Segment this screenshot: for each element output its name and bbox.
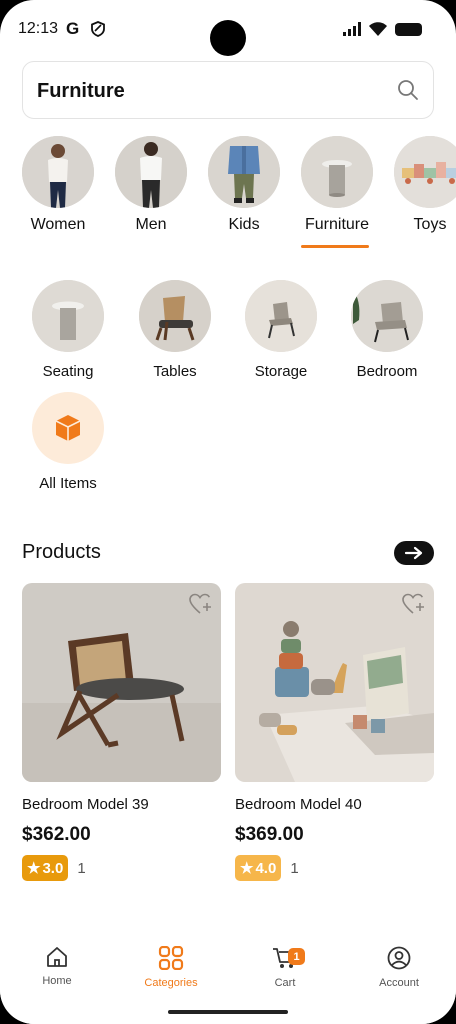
subcategory-image-bedroom bbox=[351, 280, 423, 352]
subcategory-label: Storage bbox=[254, 363, 308, 380]
product-name: Bedroom Model 39 bbox=[22, 796, 149, 813]
review-count: 1 bbox=[77, 859, 86, 877]
product-card[interactable]: Bedroom Model 39 $362.00 ★ 3.0 1 bbox=[22, 583, 221, 881]
category-label: Toys bbox=[413, 216, 447, 233]
product-name: Bedroom Model 40 bbox=[235, 796, 362, 813]
subcategory-bedroom[interactable]: Bedroom bbox=[341, 280, 433, 380]
rating-row: ★ 3.0 1 bbox=[22, 855, 221, 881]
category-men[interactable]: Men bbox=[111, 136, 191, 234]
nav-categories[interactable]: Categories bbox=[126, 945, 216, 989]
nav-cart[interactable]: 1 Cart bbox=[240, 946, 330, 989]
g-icon: G bbox=[66, 19, 80, 38]
category-label: Furniture bbox=[304, 216, 370, 233]
category-label: Kids bbox=[228, 216, 260, 233]
search-icon[interactable] bbox=[397, 79, 419, 101]
cart-badge: 1 bbox=[288, 948, 305, 965]
category-image-men bbox=[115, 136, 187, 208]
subcategory-image-all-items bbox=[32, 392, 104, 464]
search-box[interactable]: Furniture bbox=[22, 61, 434, 119]
signal-icon bbox=[343, 22, 361, 36]
subcategory-all-items[interactable]: All Items bbox=[22, 392, 114, 492]
subcategory-tables[interactable]: Tables bbox=[129, 280, 221, 380]
battery-icon bbox=[395, 23, 422, 36]
category-toys[interactable]: Toys bbox=[390, 136, 456, 234]
home-indicator[interactable] bbox=[168, 1010, 288, 1014]
rating-value: 4.0 bbox=[255, 859, 277, 877]
nav-account[interactable]: Account bbox=[354, 946, 444, 989]
product-price: $369.00 bbox=[235, 824, 304, 845]
product-card[interactable]: Bedroom Model 40 $369.00 ★ 4.0 1 bbox=[235, 583, 434, 881]
review-count: 1 bbox=[290, 859, 299, 877]
heart-add-icon[interactable] bbox=[189, 593, 213, 615]
subcategory-label: All Items bbox=[39, 475, 97, 492]
rating-badge: ★ 3.0 bbox=[22, 855, 69, 881]
product-image bbox=[22, 583, 221, 782]
category-label: Women bbox=[30, 216, 86, 233]
subcategory-storage[interactable]: Storage bbox=[235, 280, 327, 380]
wifi-icon bbox=[369, 22, 387, 36]
nav-label: Account bbox=[379, 977, 419, 989]
subcategory-label: Tables bbox=[153, 363, 197, 380]
category-row: Women Men Kids Furniture Toys bbox=[0, 136, 456, 251]
nav-label: Categories bbox=[144, 977, 198, 989]
subcategory-image-seating bbox=[32, 280, 104, 352]
search-query: Furniture bbox=[37, 80, 125, 102]
category-women[interactable]: Women bbox=[18, 136, 98, 234]
star-icon: ★ bbox=[27, 860, 41, 877]
front-camera bbox=[210, 20, 246, 56]
rating-value: 3.0 bbox=[42, 859, 64, 877]
categories-icon bbox=[158, 945, 184, 971]
star-icon: ★ bbox=[240, 860, 254, 877]
category-image-kids bbox=[208, 136, 280, 208]
product-price: $362.00 bbox=[22, 824, 91, 845]
account-icon bbox=[387, 946, 411, 970]
subcategory-image-storage bbox=[245, 280, 317, 352]
nav-label: Home bbox=[42, 975, 72, 987]
active-category-indicator bbox=[301, 245, 369, 248]
category-image-women bbox=[22, 136, 94, 208]
see-all-products-button[interactable] bbox=[394, 541, 434, 565]
rating-badge: ★ 4.0 bbox=[235, 855, 282, 881]
rating-row: ★ 4.0 1 bbox=[235, 855, 434, 881]
subcategory-seating[interactable]: Seating bbox=[22, 280, 114, 380]
heart-add-icon[interactable] bbox=[402, 593, 426, 615]
category-kids[interactable]: Kids bbox=[204, 136, 284, 234]
status-time: 12:13 bbox=[18, 20, 59, 37]
subcategory-label: Bedroom bbox=[356, 363, 418, 380]
subcategory-image-tables bbox=[139, 280, 211, 352]
category-label: Men bbox=[135, 216, 167, 233]
subcategory-label: Seating bbox=[42, 363, 94, 380]
box-icon bbox=[55, 415, 81, 441]
category-furniture[interactable]: Furniture bbox=[297, 136, 377, 248]
products-section-title: Products bbox=[22, 541, 101, 563]
arrow-right-icon bbox=[404, 546, 423, 560]
status-bar: 12:13 G bbox=[0, 0, 456, 60]
nav-label: Cart bbox=[274, 977, 296, 989]
product-image bbox=[235, 583, 434, 782]
phone-screen: 12:13 G Furniture Women Men Kids Furnitu… bbox=[0, 0, 456, 1024]
category-image-toys bbox=[394, 136, 456, 208]
shield-icon bbox=[91, 21, 105, 37]
category-image-furniture bbox=[301, 136, 373, 208]
nav-home[interactable]: Home bbox=[12, 946, 102, 987]
home-icon bbox=[47, 947, 67, 967]
